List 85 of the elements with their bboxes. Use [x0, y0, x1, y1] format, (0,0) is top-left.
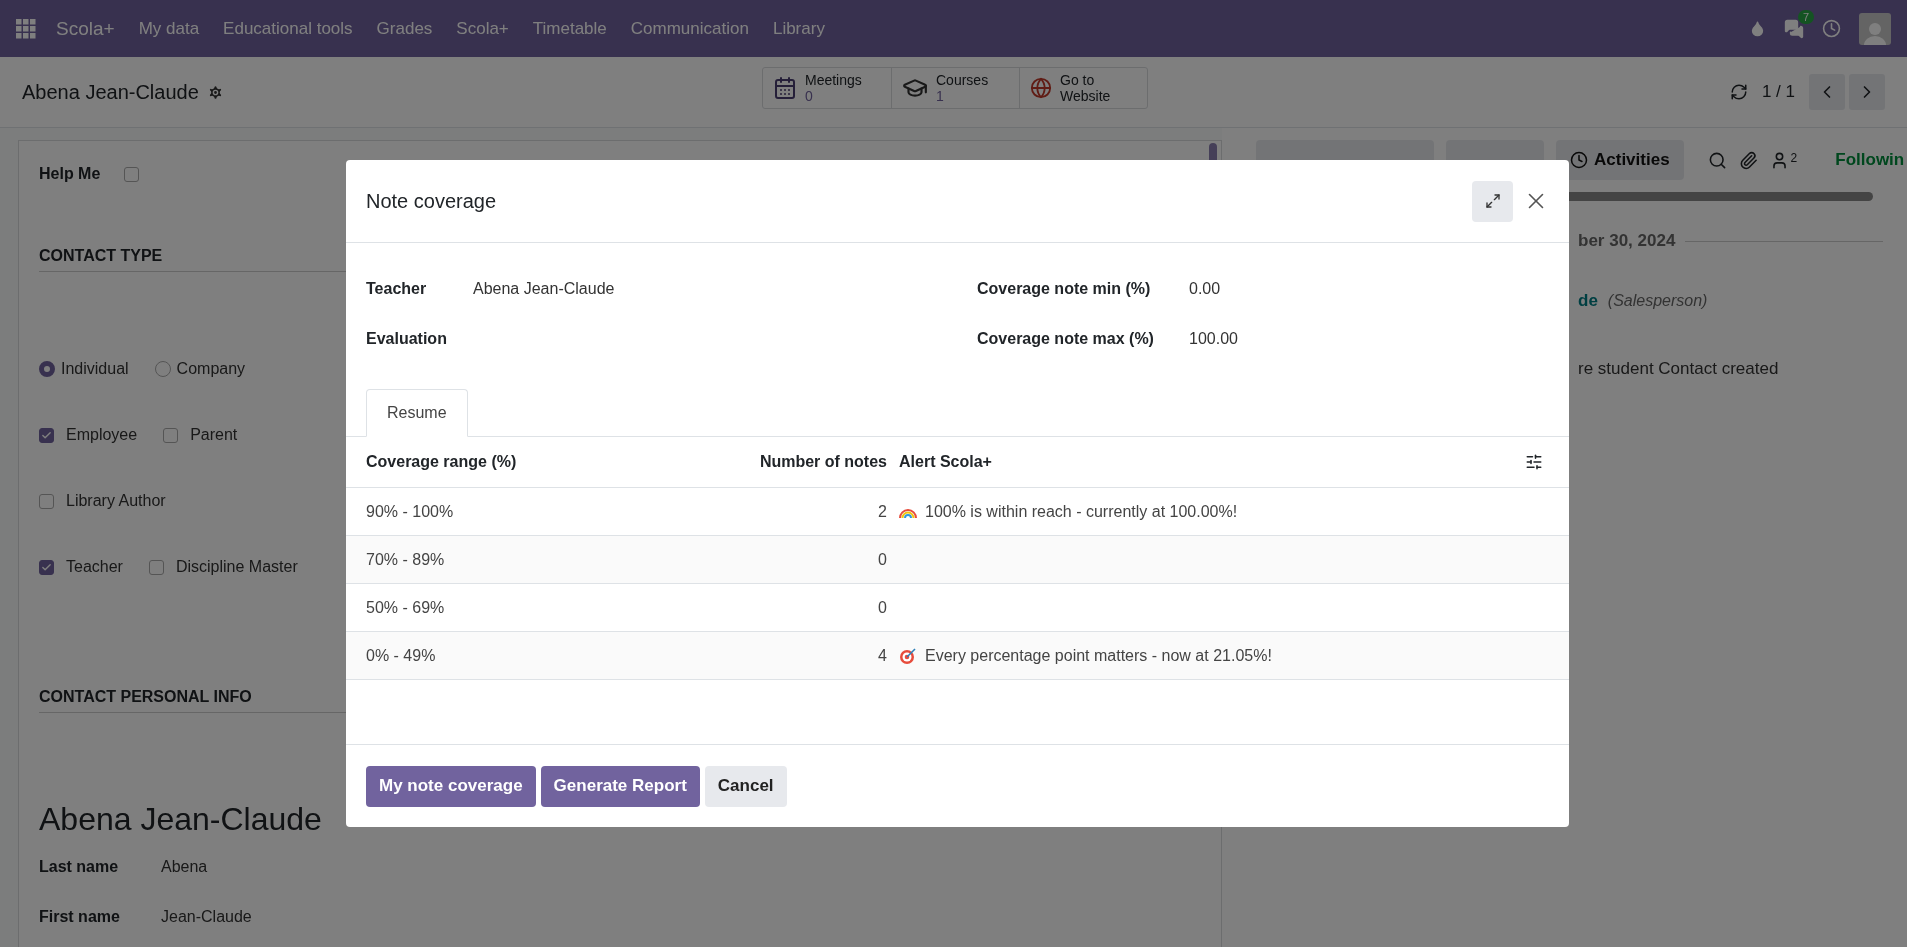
radio-label: Individual: [61, 360, 129, 378]
author-link[interactable]: de: [1578, 291, 1598, 311]
field-label: Evaluation: [366, 330, 448, 348]
search-icon[interactable]: [1707, 150, 1727, 170]
pager-value[interactable]: 1 / 1: [1761, 82, 1795, 102]
apps-menu-icon[interactable]: [16, 18, 36, 39]
menu-item[interactable]: Scola+: [444, 18, 521, 39]
checkbox-label: Discipline Master: [175, 558, 298, 576]
alert-text: Every percentage point matters - now at 21.05%!: [925, 646, 1272, 665]
menu-item[interactable]: Library: [760, 18, 837, 39]
menu-item[interactable]: Grades: [364, 18, 445, 39]
radio-button[interactable]: [39, 361, 55, 377]
calendar-icon: [773, 76, 797, 100]
user-avatar[interactable]: [1859, 12, 1891, 45]
globe-icon: [1030, 77, 1052, 99]
following-button[interactable]: Followin: [1835, 150, 1905, 170]
field-label: Help Me: [39, 165, 101, 183]
field-value: 100.00: [1189, 330, 1238, 348]
field-value: Jean-Claude: [161, 908, 252, 926]
followers-button[interactable]: 2: [1769, 150, 1798, 170]
date-label: ber 30, 2024: [1578, 231, 1676, 251]
checkbox-label: Library Author: [66, 492, 166, 510]
column-settings-icon[interactable]: [1525, 453, 1543, 471]
checkmark-icon: [41, 429, 52, 441]
paperclip-icon[interactable]: [1738, 150, 1758, 170]
table-cell-text: 0% - 49%: [366, 646, 437, 665]
field-label: Coverage note min (%): [977, 280, 1152, 298]
menu-item[interactable]: Educational tools: [211, 18, 365, 39]
dialog-button[interactable]: My note coverage: [366, 765, 536, 807]
table-cell-text: 50% - 69%: [366, 598, 446, 617]
menu-item[interactable]: Communication: [618, 18, 761, 39]
smart-button[interactable]: Go to Website: [1019, 68, 1147, 108]
target-icon: [899, 646, 917, 665]
field-value: Abena Jean-Claude: [473, 280, 615, 298]
checkbox[interactable]: [163, 427, 179, 443]
smart-button[interactable]: Meetings 0: [763, 68, 891, 108]
record-title: Abena Jean-Claude: [22, 80, 199, 104]
checkbox-label: Teacher: [66, 558, 123, 576]
checkbox[interactable]: [124, 166, 140, 182]
smart-button[interactable]: Courses 1: [891, 68, 1019, 108]
author-role: (Salesperson): [1607, 292, 1708, 310]
clock-icon: [1570, 151, 1588, 169]
checkbox[interactable]: [39, 427, 54, 443]
field-label: Coverage note max (%): [977, 330, 1155, 348]
dialog-title: Note coverage: [366, 189, 497, 213]
table-cell-text: 90% - 100%: [366, 502, 455, 521]
refresh-icon[interactable]: [1729, 83, 1748, 101]
table-row[interactable]: 0% - 49% 4 Every percentage point matters - now at 21.05%!: [346, 632, 1569, 680]
radio-label: Company: [176, 360, 246, 378]
clock-icon[interactable]: [1822, 19, 1841, 38]
checkmark-icon: [41, 561, 52, 573]
checkbox-label: Employee: [66, 426, 138, 444]
expand-button[interactable]: [1472, 180, 1513, 222]
column-header: Number of notes: [758, 453, 887, 471]
table-cell-text: 0: [877, 598, 887, 617]
table-row[interactable]: 70% - 89% 0: [346, 536, 1569, 584]
checkbox[interactable]: [39, 493, 54, 509]
contact-name: Abena Jean-Claude: [39, 801, 323, 838]
table-cell-text: 2: [877, 502, 887, 521]
field-label: Teacher: [366, 280, 428, 298]
column-header: Alert Scola+: [899, 453, 993, 471]
menu-item[interactable]: My data: [126, 18, 212, 39]
field-value: 0.00: [1189, 280, 1221, 298]
checkbox-label: Parent: [190, 426, 238, 444]
checkbox[interactable]: [148, 559, 164, 575]
dialog-button[interactable]: Cancel: [704, 765, 787, 807]
field-label: First name: [39, 908, 121, 926]
dialog-button[interactable]: Generate Report: [540, 765, 700, 807]
app-name[interactable]: Scola+: [44, 17, 127, 40]
expand-icon: [1484, 193, 1501, 209]
message-text: re student Contact created: [1578, 359, 1779, 379]
chatter-button[interactable]: Activities: [1556, 140, 1684, 180]
tab[interactable]: Resume: [366, 389, 468, 437]
table-cell-text: 70% - 89%: [366, 550, 446, 569]
messages-icon[interactable]: [1784, 18, 1804, 39]
table-cell-text: 4: [877, 646, 887, 665]
field-value: Abena: [161, 858, 208, 876]
column-header: Coverage range (%): [366, 453, 518, 471]
alert-text: 100% is within reach - currently at 100.00%!: [925, 502, 1238, 521]
field-label: Last name: [39, 858, 120, 876]
menu-item[interactable]: Timetable: [520, 18, 619, 39]
table-cell-text: 0: [877, 550, 887, 569]
droplet-icon[interactable]: [1749, 20, 1766, 37]
message-count: 7: [1797, 9, 1814, 24]
checkbox[interactable]: [39, 559, 54, 575]
